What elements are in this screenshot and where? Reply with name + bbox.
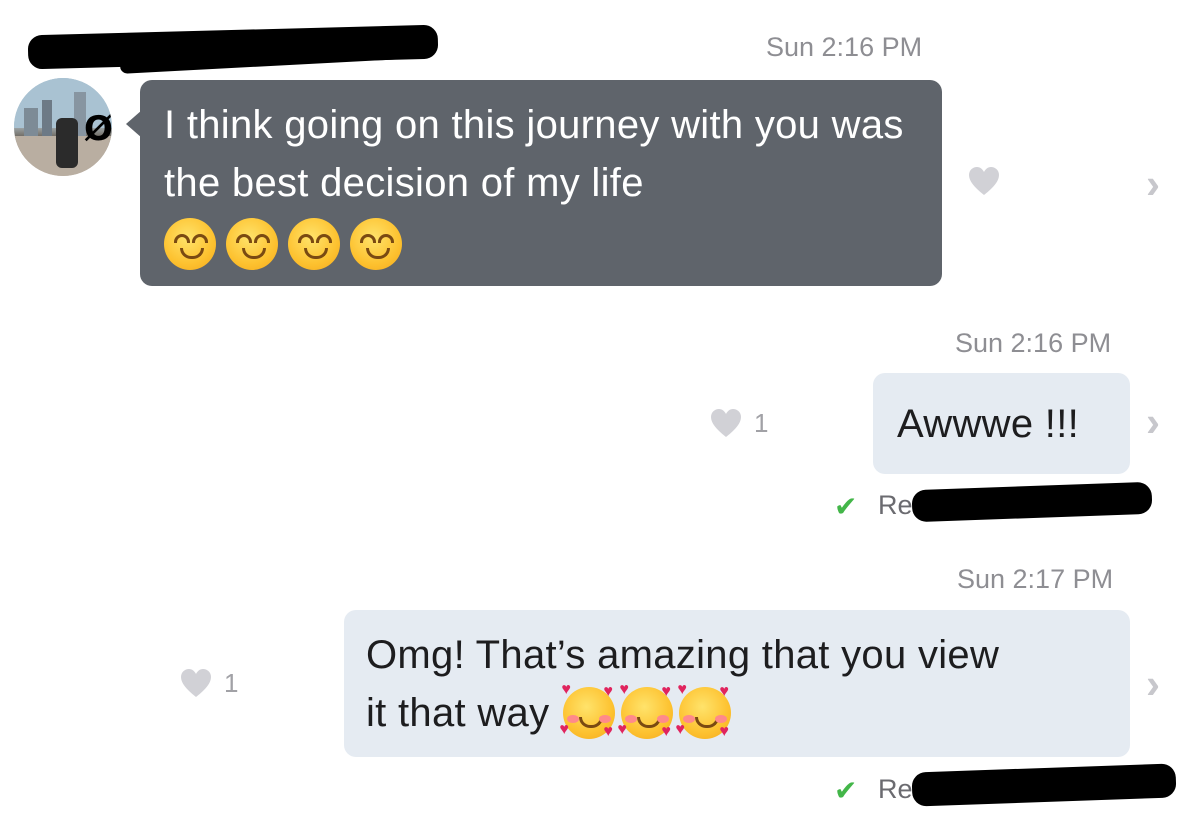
smiling-face-with-hearts-emoji: ♥ ♥ ♥ ♥ [559, 682, 616, 740]
relieved-face-emoji [164, 218, 216, 270]
message-timestamp: Sun 2:16 PM [766, 32, 923, 62]
incoming-emoji-row [164, 218, 402, 270]
message-timestamp: Sun 2:17 PM [957, 564, 1114, 594]
like-count: 1 [754, 408, 769, 438]
relieved-face-emoji [288, 218, 340, 270]
outgoing-message-text-line1: Omg! That’s amazing that you view [366, 633, 1000, 677]
outgoing-message-line2: it that way ♥ ♥ ♥ ♥ ♥ ♥ ♥ ♥ ♥ ♥ ♥ ♥ [366, 682, 732, 742]
svg-text:Ø: Ø [84, 109, 112, 149]
read-receipt-status: Re [878, 490, 913, 520]
chevron-right-icon[interactable]: › [1146, 398, 1160, 446]
chevron-right-icon[interactable]: › [1146, 660, 1160, 708]
read-receipt-status: Re [878, 774, 913, 804]
redacted-read-time [911, 481, 1153, 523]
chevron-right-icon[interactable]: › [1146, 160, 1160, 208]
relieved-face-emoji [226, 218, 278, 270]
smiling-face-with-hearts-emoji: ♥ ♥ ♥ ♥ [617, 682, 674, 740]
smiling-face-with-hearts-emoji: ♥ ♥ ♥ ♥ [675, 682, 732, 740]
outgoing-emoji-row: ♥ ♥ ♥ ♥ ♥ ♥ ♥ ♥ ♥ ♥ ♥ ♥ [559, 682, 732, 740]
incoming-message-text: I think going on this journey with you w… [164, 103, 904, 205]
incoming-message-bubble[interactable]: I think going on this journey with you w… [140, 80, 942, 286]
like-count: 1 [224, 668, 239, 698]
heart-icon[interactable] [968, 166, 1000, 198]
outgoing-message-text-line2: it that way [366, 691, 550, 735]
redacted-read-time [911, 763, 1177, 807]
contact-avatar[interactable]: Ø [14, 78, 112, 176]
message-timestamp: Sun 2:16 PM [955, 328, 1112, 358]
outgoing-message-bubble[interactable]: Awwwe !!! [873, 373, 1130, 474]
avatar-photo: Ø [14, 78, 112, 176]
heart-icon[interactable] [710, 408, 742, 440]
checkmark-icon: ✔ [834, 491, 858, 522]
outgoing-message-text: Awwwe !!! [897, 402, 1080, 446]
heart-icon[interactable] [180, 668, 212, 700]
relieved-face-emoji [350, 218, 402, 270]
outgoing-message-bubble[interactable]: Omg! That’s amazing that you view it tha… [344, 610, 1130, 757]
checkmark-icon: ✔ [834, 775, 858, 806]
